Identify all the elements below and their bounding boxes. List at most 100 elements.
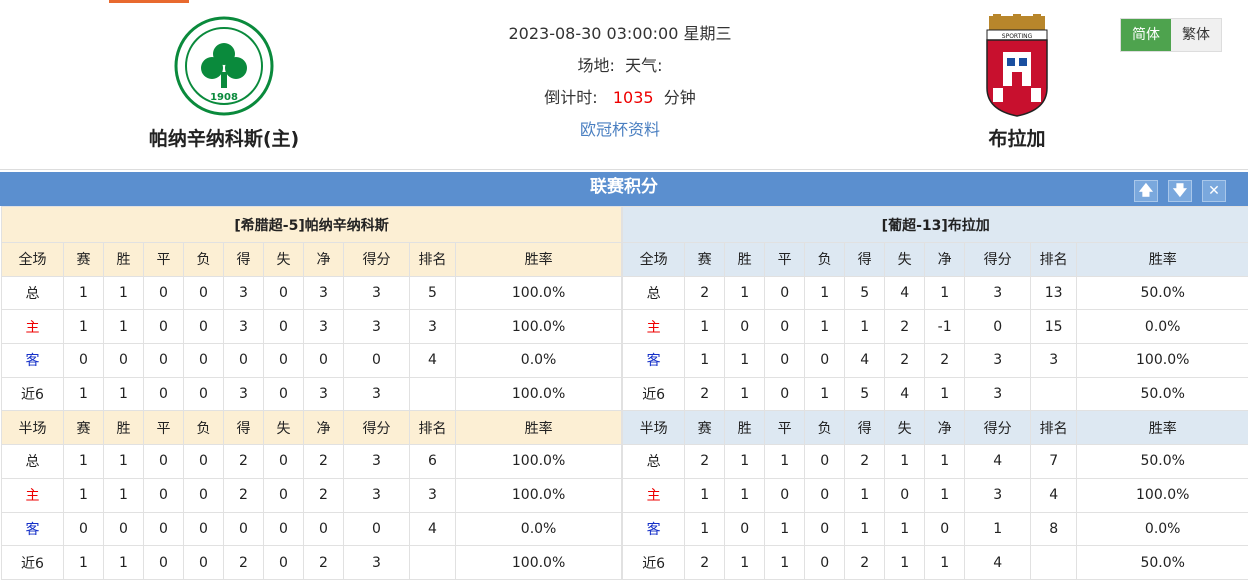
column-header: 胜	[103, 242, 144, 277]
table-cell: 0	[764, 477, 806, 513]
column-header: 胜	[724, 410, 766, 446]
table-row: 总 1 1 0 0 3 0 3 3 5 100.0%	[1, 275, 623, 311]
table-cell: 50.0%	[1076, 444, 1248, 479]
table-cell: 2	[303, 477, 344, 513]
column-header: 平	[143, 410, 184, 446]
table-cell: 4	[409, 343, 456, 378]
table-row: 客 0 0 0 0 0 0 0 0 4 0.0%	[1, 511, 623, 547]
close-icon[interactable]: ✕	[1202, 180, 1226, 202]
table-cell: 3	[343, 477, 410, 513]
table-row: 主 1 1 0 0 3 0 3 3 3 100.0%	[1, 309, 623, 345]
column-header: 失	[263, 242, 304, 277]
table-cell: 0	[343, 511, 410, 547]
table-cell: 0	[303, 343, 344, 378]
table-cell: 100.0%	[454, 545, 623, 580]
table-cell: 0	[263, 275, 304, 311]
table-cell: 2	[844, 545, 886, 580]
column-header: 失	[884, 410, 926, 446]
table-cell: 7	[1030, 444, 1078, 479]
table-cell: 3	[409, 477, 456, 513]
countdown: 倒计时: 1035 分钟	[470, 82, 770, 114]
table-cell: 3	[303, 309, 344, 345]
standings-tables: [希腊超-5]帕纳辛纳科斯 全场赛胜平负得失净得分 排名 胜率总 1 1 0 0 3 0 3 3 5 10…	[0, 206, 1248, 580]
table-cell: 2	[223, 444, 264, 479]
table-row: 主 1 1 0 0 2 0 2 3 3 100.0%	[1, 477, 623, 513]
table-cell: 0	[764, 376, 806, 412]
simplified-chinese-button[interactable]: 简体	[1121, 19, 1171, 51]
table-cell: 3	[1030, 343, 1078, 378]
column-header: 赛	[63, 242, 104, 277]
arrow-down-icon[interactable]: 🡇	[1168, 180, 1192, 202]
table-cell: 100.0%	[454, 444, 623, 479]
table-cell: 0	[143, 477, 184, 513]
home-standings-table: [希腊超-5]帕纳辛纳科斯 全场赛胜平负得失净得分 排名 胜率总 1 1 0 0 3 0 3 3 5 10…	[0, 206, 623, 580]
table-row: 近6 2 1 1 0 2 1 1 4 50.0%	[622, 545, 1248, 580]
table-cell: 4	[409, 511, 456, 547]
row-label: 客	[622, 511, 686, 547]
table-cell: 1	[884, 511, 926, 547]
row-label: 近6	[1, 545, 64, 580]
table-cell: 0	[924, 511, 966, 547]
table-cell: 0	[63, 343, 104, 378]
table-cell: 0	[183, 376, 224, 412]
table-cell: 3	[223, 275, 264, 311]
table-cell: 0	[103, 511, 144, 547]
match-info: 2023-08-30 03:00:00 星期三 场地: 天气: 倒计时: 103…	[470, 18, 770, 146]
row-label: 近6	[1, 376, 64, 412]
table-cell: 3	[343, 376, 410, 412]
table-cell: 2	[223, 477, 264, 513]
column-header: 半场	[622, 410, 686, 446]
table-cell: 1	[964, 511, 1032, 547]
row-label: 客	[1, 343, 64, 378]
table-cell: 0	[183, 477, 224, 513]
table-cell	[409, 376, 456, 412]
table-cell: 0	[764, 275, 806, 311]
table-cell: 2	[924, 343, 966, 378]
home-logo-year: 1908	[210, 92, 238, 103]
column-header: 排名	[1030, 242, 1078, 277]
traditional-chinese-button[interactable]: 繁体	[1171, 19, 1221, 51]
table-row: 客 1 0 1 0 1 1 0 1 8 0.0%	[622, 511, 1248, 547]
venue-weather: 场地: 天气:	[470, 50, 770, 82]
table-cell: 2	[884, 343, 926, 378]
home-team[interactable]: 1908 帕纳辛纳科斯(主)	[94, 14, 354, 151]
table-cell: 0	[143, 444, 184, 479]
column-header: 胜率	[454, 242, 623, 277]
arrow-up-icon[interactable]: 🡅	[1134, 180, 1158, 202]
table-cell: 0.0%	[1076, 309, 1248, 345]
column-header: 胜率	[1076, 242, 1248, 277]
table-row: 主 1 0 0 1 1 2 -1 0 15 0.0%	[622, 309, 1248, 345]
table-row: 近6 1 1 0 0 3 0 3 3 100.0%	[1, 376, 623, 412]
table-cell: 0	[263, 477, 304, 513]
table-cell: 1	[63, 309, 104, 345]
language-switch: 简体 繁体	[1120, 18, 1222, 52]
table-cell: 0	[263, 511, 304, 547]
table-cell: 3	[343, 309, 410, 345]
table-cell: 0.0%	[454, 343, 623, 378]
table-row: 总 2 1 0 1 5 4 1 3 13 50.0%	[622, 275, 1248, 311]
column-header: 净	[924, 242, 966, 277]
table-cell: 1	[63, 275, 104, 311]
column-header: 得	[844, 242, 886, 277]
table-cell: 3	[964, 376, 1032, 412]
table-cell: 0	[63, 511, 104, 547]
table-header-row: 半场赛胜平负得失净得分 排名 胜率	[622, 410, 1248, 446]
countdown-unit: 分钟	[663, 88, 696, 107]
league-info-link[interactable]: 欧冠杯资料	[470, 114, 770, 146]
table-cell: 2	[844, 444, 886, 479]
table-row: 总 2 1 1 0 2 1 1 4 7 50.0%	[622, 444, 1248, 479]
away-logo-text: SPORTING	[1002, 33, 1033, 40]
home-team-name: 帕纳辛纳科斯(主)	[148, 128, 300, 150]
match-datetime: 2023-08-30 03:00:00 星期三	[508, 24, 732, 43]
table-cell: 0	[143, 309, 184, 345]
table-cell: 1	[724, 545, 766, 580]
column-header: 胜率	[454, 410, 623, 446]
table-cell: 1	[844, 511, 886, 547]
home-team-logo-icon: 1908	[174, 16, 274, 116]
away-team[interactable]: SPORTING 布拉加	[887, 14, 1147, 151]
match-header: 1908 帕纳辛纳科斯(主) 2023-08-30 03:00:00 星期三 场…	[0, 0, 1248, 170]
table-cell: 0	[143, 275, 184, 311]
table-cell: 4	[884, 376, 926, 412]
table-row: 近6 2 1 0 1 5 4 1 3 50.0%	[622, 376, 1248, 412]
table-cell: 3	[343, 444, 410, 479]
